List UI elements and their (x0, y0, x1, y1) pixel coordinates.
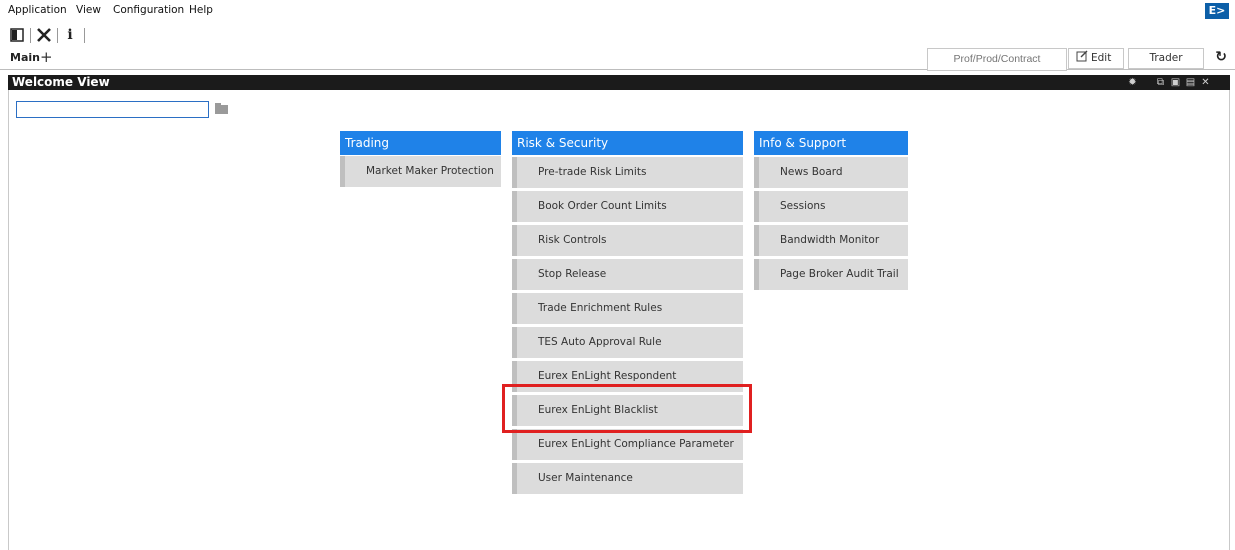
menu-link-sessions[interactable]: Sessions (754, 191, 908, 222)
menu-link-page-broker-audit-trail[interactable]: Page Broker Audit Trail (754, 259, 908, 290)
trading-header: Trading (340, 131, 501, 155)
search-input[interactable] (16, 101, 209, 118)
menu-link-book-order-count-limits[interactable]: Book Order Count Limits (512, 191, 743, 222)
folder-icon[interactable] (215, 102, 229, 114)
role-selector[interactable]: Trader (1128, 48, 1204, 69)
menu-link-user-maintenance[interactable]: User Maintenance (512, 463, 743, 494)
edit-icon (1076, 49, 1088, 68)
menu-link-trade-enrichment-rules[interactable]: Trade Enrichment Rules (512, 293, 743, 324)
detach-icon[interactable]: ⧉ (1155, 77, 1166, 88)
info-icon[interactable]: i (61, 26, 79, 44)
view-title: Welcome View (12, 75, 110, 89)
save-icon[interactable]: ▤ (1185, 77, 1196, 88)
menu-link-market-maker-protection[interactable]: Market Maker Protection (340, 156, 501, 187)
toolbar-divider (57, 28, 58, 43)
menu-link-news-board[interactable]: News Board (754, 157, 908, 188)
risk-security-header: Risk & Security (512, 131, 743, 155)
edit-label: Edit (1091, 52, 1112, 64)
settings-icon[interactable]: ✹ (1127, 77, 1138, 88)
menu-link-tes-auto-approval-rule[interactable]: TES Auto Approval Rule (512, 327, 743, 358)
menu-view[interactable]: View (76, 4, 101, 16)
layout-icon[interactable]: ▣ (1170, 77, 1181, 88)
add-tab-button[interactable]: + (40, 48, 53, 66)
close-icon[interactable]: ✕ (1200, 77, 1211, 88)
toolbar-divider (84, 28, 85, 43)
menu-link-enlight-compliance-parameter[interactable]: Eurex EnLight Compliance Parameter (512, 429, 743, 460)
brand-logo: E> (1205, 3, 1229, 19)
edit-button[interactable]: Edit (1068, 48, 1124, 69)
menu-link-bandwidth-monitor[interactable]: Bandwidth Monitor (754, 225, 908, 256)
menu-link-pre-trade-risk-limits[interactable]: Pre-trade Risk Limits (512, 157, 743, 188)
highlight-box (502, 384, 752, 433)
menu-application[interactable]: Application (8, 4, 67, 16)
menu-link-stop-release[interactable]: Stop Release (512, 259, 743, 290)
contract-input[interactable] (927, 48, 1067, 71)
menu-link-risk-controls[interactable]: Risk Controls (512, 225, 743, 256)
tab-main[interactable]: Main (10, 51, 40, 64)
menu-help[interactable]: Help (189, 4, 213, 16)
menu-configuration[interactable]: Configuration (113, 4, 184, 16)
refresh-icon[interactable]: ↻ (1215, 49, 1227, 65)
view-title-bar: Welcome View ✹ ⧉ ▣ ▤ ✕ (8, 75, 1230, 90)
panel-icon[interactable] (8, 26, 26, 44)
tools-icon[interactable] (35, 26, 53, 44)
menu-bar: Application View Configuration Help (0, 0, 1235, 20)
toolbar-divider (30, 28, 31, 43)
info-support-header: Info & Support (754, 131, 908, 155)
